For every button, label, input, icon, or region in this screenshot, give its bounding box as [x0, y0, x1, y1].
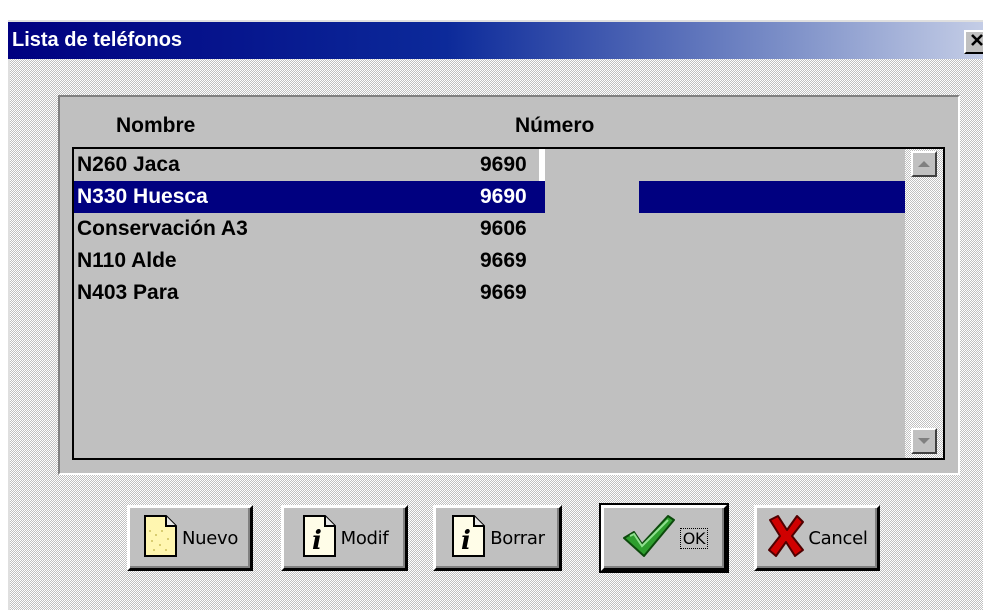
list-item-number: 9606 [480, 217, 527, 240]
svg-text:i: i [312, 526, 322, 556]
cancel-button[interactable]: Cancel [754, 505, 880, 571]
phone-listbox[interactable]: N260 Jaca 9690 N330 Huesca 9690 Conservación… [72, 147, 945, 460]
cancel-button-label: Cancel [808, 527, 868, 549]
new-button-label: Nuevo [181, 527, 239, 549]
red-x-icon [766, 514, 806, 563]
list-item-number: 9669 [480, 249, 527, 272]
list-item[interactable]: N260 Jaca 9690 [74, 149, 905, 181]
info-document-icon: i [450, 514, 488, 563]
modify-button[interactable]: i Modif [281, 505, 408, 571]
close-icon [970, 33, 983, 52]
list-item[interactable]: N403 Para 9669 [74, 277, 905, 309]
close-button[interactable] [964, 30, 983, 54]
list-blank-region [545, 149, 639, 458]
list-item-name: N330 Huesca [77, 185, 208, 208]
list-item-number: 9669 [480, 281, 527, 304]
column-header-number: Número [515, 114, 595, 137]
column-header-name: Nombre [116, 114, 196, 137]
delete-button[interactable]: i Borrar [433, 505, 562, 571]
info-document-icon: i [301, 514, 339, 563]
ok-button-label: OK [679, 527, 709, 549]
list-item[interactable]: N330 Huesca 9690 [74, 181, 905, 213]
window-title: Lista de teléfonos [12, 29, 183, 51]
scroll-up-button[interactable] [911, 151, 937, 177]
list-item-number: 9690 [480, 153, 527, 176]
svg-text:i: i [461, 526, 471, 556]
delete-button-label: Borrar [490, 527, 545, 549]
dialog-client-area: Nombre Número N260 Jaca 9690 N330 Huesca 96… [10, 59, 983, 610]
ok-button[interactable]: OK [599, 503, 729, 573]
title-bar[interactable]: Lista de teléfonos [8, 22, 983, 59]
arrow-up-icon [918, 161, 930, 167]
arrow-down-icon [918, 438, 930, 444]
list-item[interactable]: Conservación A3 9606 [74, 213, 905, 245]
vertical-scrollbar[interactable] [905, 149, 943, 458]
list-item-number: 9690 [480, 185, 527, 208]
list-item-name: N110 Alde [77, 249, 177, 272]
checkmark-icon [620, 514, 678, 563]
phone-list-rows: N260 Jaca 9690 N330 Huesca 9690 Conservación… [74, 149, 905, 309]
list-item-name: N260 Jaca [77, 153, 180, 176]
list-item-name: N403 Para [77, 281, 179, 304]
list-item-name: Conservación A3 [77, 217, 248, 240]
new-document-icon [142, 514, 180, 563]
new-button[interactable]: Nuevo [127, 505, 253, 571]
list-item[interactable]: N110 Alde 9669 [74, 245, 905, 277]
modify-button-label: Modif [340, 527, 389, 549]
scroll-down-button[interactable] [911, 428, 937, 454]
